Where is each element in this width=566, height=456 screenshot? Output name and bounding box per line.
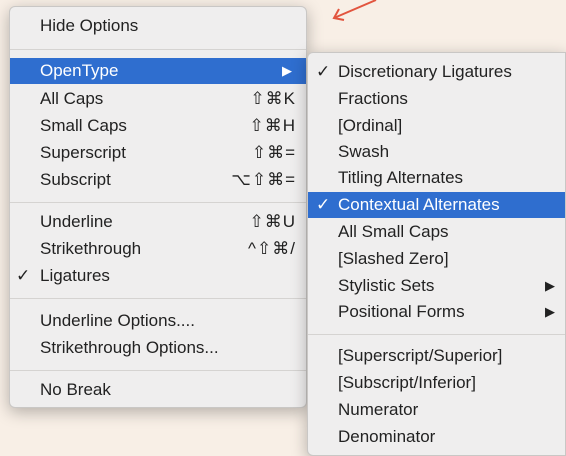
submenu-item-discretionary-ligatures[interactable]: ✓ Discretionary Ligatures xyxy=(308,59,565,85)
menu-separator xyxy=(10,298,306,299)
menu-item-label: [Ordinal] xyxy=(338,116,403,135)
menu-separator xyxy=(10,370,306,371)
submenu-item-numerator[interactable]: Numerator xyxy=(308,397,565,423)
menu-item-small-caps[interactable]: Small Caps ⇧⌘H xyxy=(10,113,306,139)
menu-item-shortcut: ⇧⌘K xyxy=(250,89,296,108)
submenu-item-ordinal[interactable]: [Ordinal] xyxy=(308,113,565,139)
menu-item-strikethrough-options[interactable]: Strikethrough Options... xyxy=(10,335,306,361)
opentype-submenu: ✓ Discretionary Ligatures Fractions [Ord… xyxy=(307,52,566,456)
menu-item-label: All Small Caps xyxy=(338,222,449,241)
menu-item-underline-options[interactable]: Underline Options.... xyxy=(10,308,306,334)
submenu-item-denominator[interactable]: Denominator xyxy=(308,424,565,450)
menu-item-all-caps[interactable]: All Caps ⇧⌘K xyxy=(10,86,306,112)
menu-item-label: Small Caps xyxy=(40,116,127,135)
menu-item-shortcut: ⇧⌘U xyxy=(249,212,296,231)
menu-item-shortcut: ⌥⇧⌘= xyxy=(231,170,296,189)
menu-item-label: Swash xyxy=(338,142,390,161)
menu-item-label: All Caps xyxy=(40,89,104,108)
menu-item-shortcut: ^⇧⌘/ xyxy=(248,239,296,258)
menu-item-label: Underline Options.... xyxy=(40,311,195,330)
menu-item-label: Denominator xyxy=(338,427,436,446)
menu-item-strikethrough[interactable]: Strikethrough ^⇧⌘/ xyxy=(10,236,306,262)
submenu-item-titling-alternates[interactable]: Titling Alternates xyxy=(308,165,565,191)
menu-item-underline[interactable]: Underline ⇧⌘U xyxy=(10,209,306,235)
menu-item-label: Discretionary Ligatures xyxy=(338,62,512,81)
checkmark-icon: ✓ xyxy=(316,195,331,214)
menu-item-label: [Subscript/Inferior] xyxy=(338,373,476,392)
submenu-item-all-small-caps[interactable]: All Small Caps xyxy=(308,219,565,245)
submenu-item-positional-forms[interactable]: Positional Forms ▶ xyxy=(308,299,565,325)
submenu-arrow-icon: ▶ xyxy=(545,304,555,319)
menu-separator xyxy=(10,49,306,50)
checkmark-icon: ✓ xyxy=(16,266,31,285)
menu-item-label: OpenType xyxy=(40,61,119,80)
menu-item-label: Numerator xyxy=(338,400,419,419)
submenu-item-swash[interactable]: Swash xyxy=(308,139,565,165)
menu-item-label: Titling Alternates xyxy=(338,168,464,187)
submenu-item-stylistic-sets[interactable]: Stylistic Sets ▶ xyxy=(308,273,565,299)
menu-item-label: Fractions xyxy=(338,89,408,108)
submenu-item-superscript-superior[interactable]: [Superscript/Superior] xyxy=(308,343,565,369)
menu-item-no-break[interactable]: No Break xyxy=(10,377,306,403)
menu-separator xyxy=(10,202,306,203)
menu-item-subscript[interactable]: Subscript ⌥⇧⌘= xyxy=(10,167,306,193)
menu-item-opentype[interactable]: OpenType ▶ xyxy=(10,58,306,84)
checkmark-icon: ✓ xyxy=(316,62,331,81)
menu-item-superscript[interactable]: Superscript ⇧⌘= xyxy=(10,140,306,166)
menu-item-label: Hide Options xyxy=(40,16,139,35)
menu-item-label: [Slashed Zero] xyxy=(338,249,449,268)
submenu-arrow-icon: ▶ xyxy=(282,63,292,78)
menu-item-hide-options[interactable]: Hide Options xyxy=(10,13,306,39)
submenu-item-fractions[interactable]: Fractions xyxy=(308,86,565,112)
format-options-menu: Hide Options OpenType ▶ All Caps ⇧⌘K Sma… xyxy=(9,6,307,408)
submenu-arrow-icon: ▶ xyxy=(545,278,555,293)
menu-item-label: Contextual Alternates xyxy=(338,195,500,214)
submenu-item-contextual-alternates[interactable]: ✓ Contextual Alternates xyxy=(308,192,565,218)
menu-item-label: Ligatures xyxy=(40,266,110,285)
menu-item-label: Underline xyxy=(40,212,113,231)
menu-item-shortcut: ⇧⌘= xyxy=(251,143,296,162)
menu-item-label: Superscript xyxy=(40,143,126,162)
menu-item-label: Strikethrough Options... xyxy=(40,338,219,357)
submenu-item-subscript-inferior[interactable]: [Subscript/Inferior] xyxy=(308,370,565,396)
menu-item-label: No Break xyxy=(40,380,111,399)
submenu-item-slashed-zero[interactable]: [Slashed Zero] xyxy=(308,246,565,272)
menu-item-label: Strikethrough xyxy=(40,239,142,258)
menu-item-label: Stylistic Sets xyxy=(338,276,435,295)
menu-item-shortcut: ⇧⌘H xyxy=(249,116,296,135)
menu-item-ligatures[interactable]: ✓ Ligatures xyxy=(10,263,306,289)
menu-separator xyxy=(308,334,565,335)
annotation-arrow-icon xyxy=(332,0,377,21)
menu-item-label: Subscript xyxy=(40,170,111,189)
menu-item-label: Positional Forms xyxy=(338,302,465,321)
menu-item-label: [Superscript/Superior] xyxy=(338,346,503,365)
